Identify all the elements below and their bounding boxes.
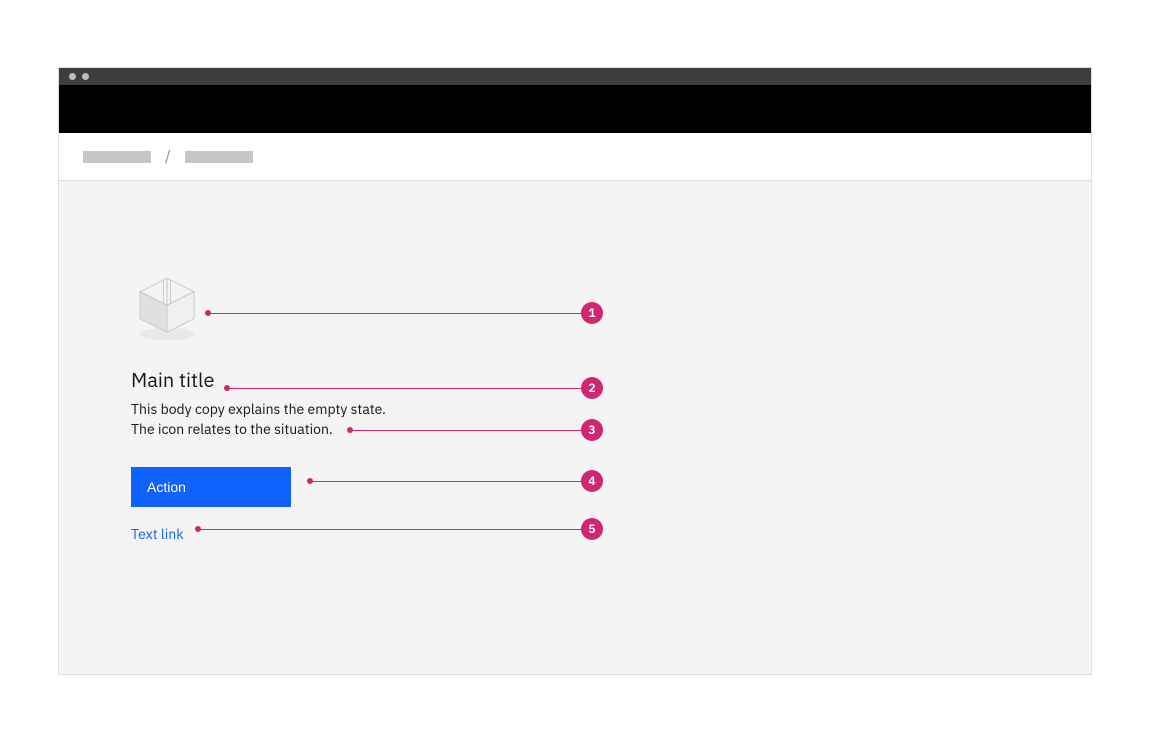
- window-control-dot: [82, 73, 89, 80]
- breadcrumb-separator: /: [165, 147, 171, 166]
- app-header: [59, 85, 1091, 133]
- action-button[interactable]: Action: [131, 467, 291, 507]
- empty-box-icon: [131, 271, 203, 343]
- body-copy: This body copy explains the empty state.…: [131, 399, 631, 439]
- breadcrumb-item-placeholder[interactable]: [83, 151, 151, 163]
- window-control-dot: [69, 73, 76, 80]
- breadcrumb-item-placeholder[interactable]: [185, 151, 253, 163]
- empty-state: Main title This body copy explains the e…: [131, 271, 631, 544]
- content-area: Main title This body copy explains the e…: [59, 181, 1091, 674]
- text-link[interactable]: Text link: [131, 525, 184, 543]
- browser-window: / Main title This body copy explains the…: [59, 68, 1091, 674]
- main-title: Main title: [131, 367, 631, 393]
- breadcrumb: /: [59, 133, 1091, 181]
- body-copy-line: This body copy explains the empty state.: [131, 399, 631, 419]
- body-copy-line: The icon relates to the situation.: [131, 419, 631, 439]
- window-titlebar: [59, 68, 1091, 85]
